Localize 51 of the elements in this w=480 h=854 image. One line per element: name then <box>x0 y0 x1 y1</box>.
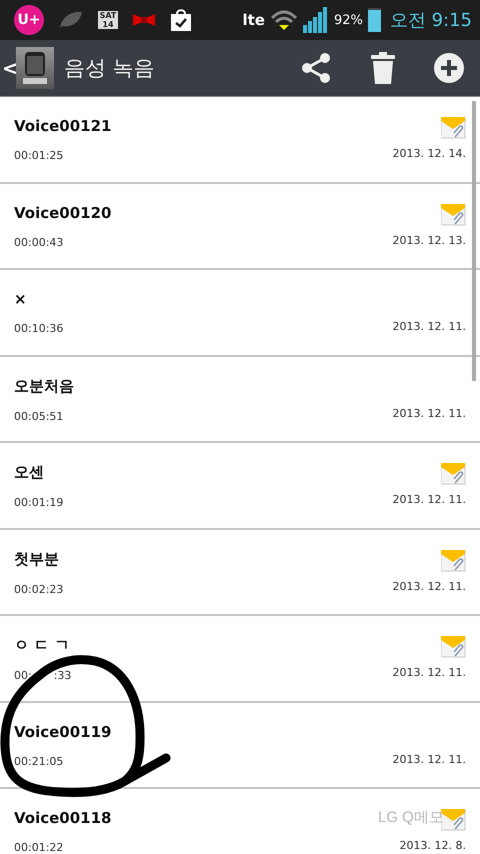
recording-item[interactable]: 오분처음 00:05:51 2013. 12. 11. <box>0 356 480 443</box>
recording-date: 2013. 12. 11. <box>392 493 466 506</box>
recording-name: Voice00118 <box>14 809 112 827</box>
recording-date: 2013. 12. 11. <box>392 666 466 679</box>
recording-duration: :33 <box>54 669 72 682</box>
wifi-icon <box>270 10 298 30</box>
recording-date: 2013. 12. 13. <box>392 234 466 246</box>
bow-icon <box>132 13 156 27</box>
recording-date: 2013. 12. 11. <box>392 406 466 420</box>
shopping-bag-icon <box>170 8 192 32</box>
recording-duration: 00:01:22 <box>14 841 64 853</box>
recording-name: Voice00120 <box>14 204 112 222</box>
network-type: lte <box>242 11 265 29</box>
share-button[interactable] <box>300 52 332 84</box>
recording-date: 2013. 12. 11. <box>392 752 466 766</box>
recording-item[interactable]: 오센 00:01:19 2013. 12. 11. <box>0 443 480 530</box>
recording-item[interactable]: ㅇ ㄷ ㄱ 00: :33 2013. 12. 11. <box>0 616 480 702</box>
add-button[interactable] <box>434 53 464 83</box>
recording-date: 2013. 12. 11. <box>392 580 466 592</box>
recording-duration: 00:21:05 <box>14 754 64 768</box>
recorder-app-icon <box>16 47 54 89</box>
clock: 오전 9:15 <box>390 9 472 32</box>
recording-duration: 00:02:23 <box>14 582 64 596</box>
leaf-icon <box>58 10 84 30</box>
recording-date: 2013. 12. 8. <box>400 839 466 852</box>
recording-name: 오센 <box>14 463 45 482</box>
recording-name: 첫부분 <box>14 550 60 568</box>
recording-name: Voice00119 <box>14 722 112 740</box>
screenshot-label: LG Q메모 <box>378 808 444 827</box>
signal-icon <box>302 7 329 33</box>
calendar-icon: SAT 14 <box>98 11 118 29</box>
delete-button[interactable] <box>370 51 396 85</box>
battery-percent: 92% <box>334 12 363 28</box>
screen-title: 음성 녹음 <box>64 55 156 82</box>
recording-name: 오분처음 <box>14 376 74 396</box>
recording-item[interactable]: 첫부분 00:02:23 2013. 12. 11. <box>0 530 480 616</box>
recording-duration: 00:00:43 <box>14 236 64 248</box>
recording-duration: 00: <box>14 669 32 682</box>
recording-name: Voice00121 <box>14 117 112 135</box>
recording-date: 2013. 12. 11. <box>392 320 466 333</box>
recording-duration: 00:05:51 <box>14 410 64 422</box>
recording-item[interactable]: Voice00119 00:21:05 2013. 12. 11. <box>0 702 480 789</box>
carrier-logo: U+ <box>14 5 44 35</box>
recording-name: × <box>14 290 28 308</box>
recording-date: 2013. 12. 14. <box>392 147 466 160</box>
recording-name: ㅇ ㄷ ㄱ <box>14 636 70 655</box>
recording-duration: 00:01:25 <box>14 149 64 162</box>
back-button[interactable]: < <box>2 56 16 80</box>
recording-duration: 00:10:36 <box>14 322 64 335</box>
recording-duration: 00:01:19 <box>14 496 64 509</box>
battery-icon <box>368 8 381 32</box>
